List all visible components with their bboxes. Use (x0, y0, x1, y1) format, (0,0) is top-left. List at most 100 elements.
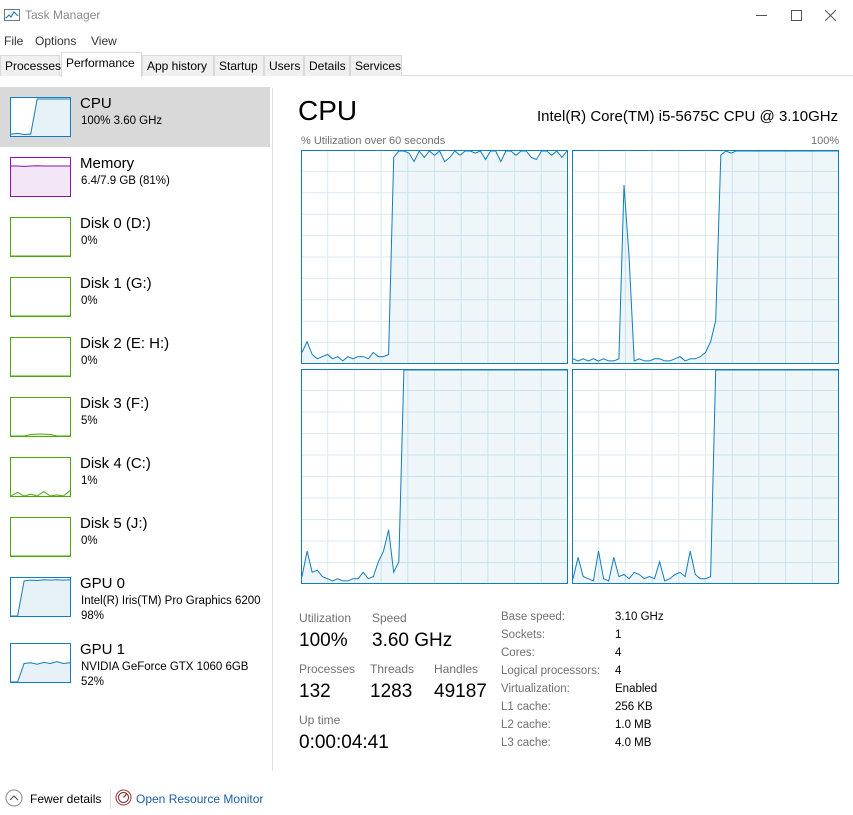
speed-value: 3.60 GHz (372, 630, 453, 651)
sidebar-item-memory[interactable]: Memory 6.4/7.9 GB (81%) (0, 147, 270, 207)
spec-label: Virtualization: (501, 683, 570, 695)
spec-value: 256 KB (615, 701, 653, 713)
window-title: Task Manager (25, 8, 101, 22)
sidebar-item-disk-2[interactable]: Disk 2 (E: H:) 0% (0, 327, 270, 387)
sidebar-item-gpu-1[interactable]: GPU 1 NVIDIA GeForce GTX 1060 6GB 52% (0, 633, 270, 693)
threads-label: Threads (370, 662, 415, 676)
close-button[interactable] (808, 0, 853, 31)
thumbnail-line (11, 165, 70, 167)
sidebar-item-name: CPU (80, 95, 112, 112)
sidebar-item-name: Disk 4 (C:) (80, 455, 151, 472)
spec-label: Cores: (501, 647, 535, 659)
sidebar-item-cpu[interactable]: CPU 100% 3.60 GHz (0, 87, 270, 147)
processes-label: Processes (299, 662, 356, 676)
graph-caption: % Utilization over 60 seconds (301, 135, 446, 147)
sidebar-item-detail: 0% (81, 535, 98, 547)
spec-value: 4.0 MB (615, 737, 652, 749)
sidebar-item-detail: 100% 3.60 GHz (81, 115, 163, 127)
tab-performance[interactable]: Performance (61, 52, 142, 77)
resource-monitor-icon[interactable] (115, 789, 132, 806)
cpu-core-graph-1 (572, 150, 839, 364)
thumbnail-frame (10, 277, 71, 317)
thumbnail-frame (10, 457, 71, 497)
tab-services[interactable]: Services (350, 55, 402, 76)
sidebar-item-name: Disk 5 (J:) (80, 515, 148, 532)
sidebar-item-name: Disk 3 (F:) (80, 395, 150, 412)
graph-max-label: 100% (811, 135, 840, 147)
utilization-label: Utilization (299, 611, 352, 625)
tab-bar: Processes Performance App history Startu… (0, 52, 853, 77)
spec-label: Logical processors: (501, 665, 601, 677)
cpu-core-graph-3 (572, 369, 839, 584)
spec-value: Enabled (615, 683, 658, 695)
sidebar-item-disk-3[interactable]: Disk 3 (F:) 5% (0, 387, 270, 447)
sidebar-thumbnail-graph (10, 457, 71, 497)
sidebar-item-name: Memory (80, 155, 135, 172)
title-bar: Task Manager (0, 0, 853, 31)
uptime-label: Up time (299, 713, 341, 727)
sidebar-thumbnail-graph (10, 643, 71, 683)
menu-options[interactable]: Options (35, 34, 76, 48)
processes-value: 132 (299, 681, 331, 702)
sidebar-thumbnail-graph (10, 157, 71, 197)
sidebar-item-name: Disk 1 (G:) (80, 275, 152, 292)
cpu-model: Intel(R) Core(TM) i5-5675C CPU @ 3.10GHz (537, 108, 839, 125)
spec-label: Sockets: (501, 629, 546, 641)
sidebar-item-name: GPU 0 (80, 575, 126, 592)
sidebar-item-gpu-0[interactable]: GPU 0 Intel(R) Iris(TM) Pro Graphics 6200… (0, 567, 270, 627)
sidebar-item-detail: 0% (81, 355, 98, 367)
menu-view[interactable]: View (91, 34, 117, 48)
close-icon (825, 10, 836, 21)
sidebar-item-disk-4[interactable]: Disk 4 (C:) 1% (0, 447, 270, 507)
menu-file[interactable]: File (4, 34, 23, 48)
sidebar-item-percent: 98% (81, 610, 105, 622)
sidebar-item-disk-1[interactable]: Disk 1 (G:) 0% (0, 267, 270, 327)
sidebar-item-percent: 52% (81, 676, 105, 688)
open-resource-monitor-link[interactable]: Open Resource Monitor (136, 792, 263, 806)
uptime-value: 0:00:04:41 (299, 732, 389, 753)
sidebar-item-detail: 6.4/7.9 GB (81%) (81, 175, 170, 187)
thumbnail-frame (10, 217, 71, 257)
sidebar-thumbnail-graph (10, 397, 71, 437)
sidebar-item-detail: 1% (81, 475, 98, 487)
sidebar-item-detail: NVIDIA GeForce GTX 1060 6GB (81, 661, 249, 673)
tab-processes[interactable]: Processes (0, 55, 61, 76)
resource-sidebar: CPU 100% 3.60 GHz Memory 6.4/7.9 GB (81%) Di… (0, 87, 270, 770)
footer-bar: Fewer details Open Resource Monitor (0, 786, 853, 811)
threads-value: 1283 (370, 681, 413, 702)
sidebar-item-detail: 5% (81, 415, 98, 427)
sidebar-item-disk-5[interactable]: Disk 5 (J:) 0% (0, 507, 270, 567)
cpu-core-graph-0 (301, 150, 568, 364)
spec-label: L2 cache: (501, 719, 551, 731)
main-title: CPU (298, 95, 358, 126)
tab-users[interactable]: Users (264, 55, 304, 76)
thumbnail-frame (10, 517, 71, 557)
fewer-details-button[interactable]: Fewer details (30, 792, 101, 806)
spec-value: 1.0 MB (615, 719, 652, 731)
sidebar-thumbnail-graph (10, 97, 71, 137)
maximize-icon (791, 10, 802, 21)
thumbnail-area (11, 165, 70, 196)
sidebar-item-name: GPU 1 (80, 641, 126, 658)
spec-value: 1 (615, 629, 622, 641)
sidebar-thumbnail-graph (10, 577, 71, 617)
tab-details[interactable]: Details (304, 55, 350, 76)
handles-label: Handles (434, 662, 479, 676)
sidebar-item-detail: 0% (81, 235, 98, 247)
sidebar-thumbnail-graph (10, 277, 71, 317)
sidebar-item-detail: Intel(R) Iris(TM) Pro Graphics 6200 (81, 595, 261, 607)
sidebar-item-name: Disk 2 (E: H:) (80, 335, 170, 352)
sidebar-thumbnail-graph (10, 517, 71, 557)
menu-bar: File Options View (0, 31, 853, 51)
sidebar-thumbnail-graph (10, 217, 71, 257)
minimize-icon (756, 15, 767, 16)
spec-label: L1 cache: (501, 701, 551, 713)
tab-app-history[interactable]: App history (142, 55, 214, 76)
sidebar-item-name: Disk 0 (D:) (80, 215, 151, 232)
sidebar-item-detail: 0% (81, 295, 98, 307)
chevron-up-icon[interactable] (5, 789, 23, 807)
tab-startup[interactable]: Startup (214, 55, 264, 76)
sidebar-divider (272, 88, 273, 771)
sidebar-item-disk-0[interactable]: Disk 0 (D:) 0% (0, 207, 270, 267)
sidebar-thumbnail-graph (10, 337, 71, 377)
